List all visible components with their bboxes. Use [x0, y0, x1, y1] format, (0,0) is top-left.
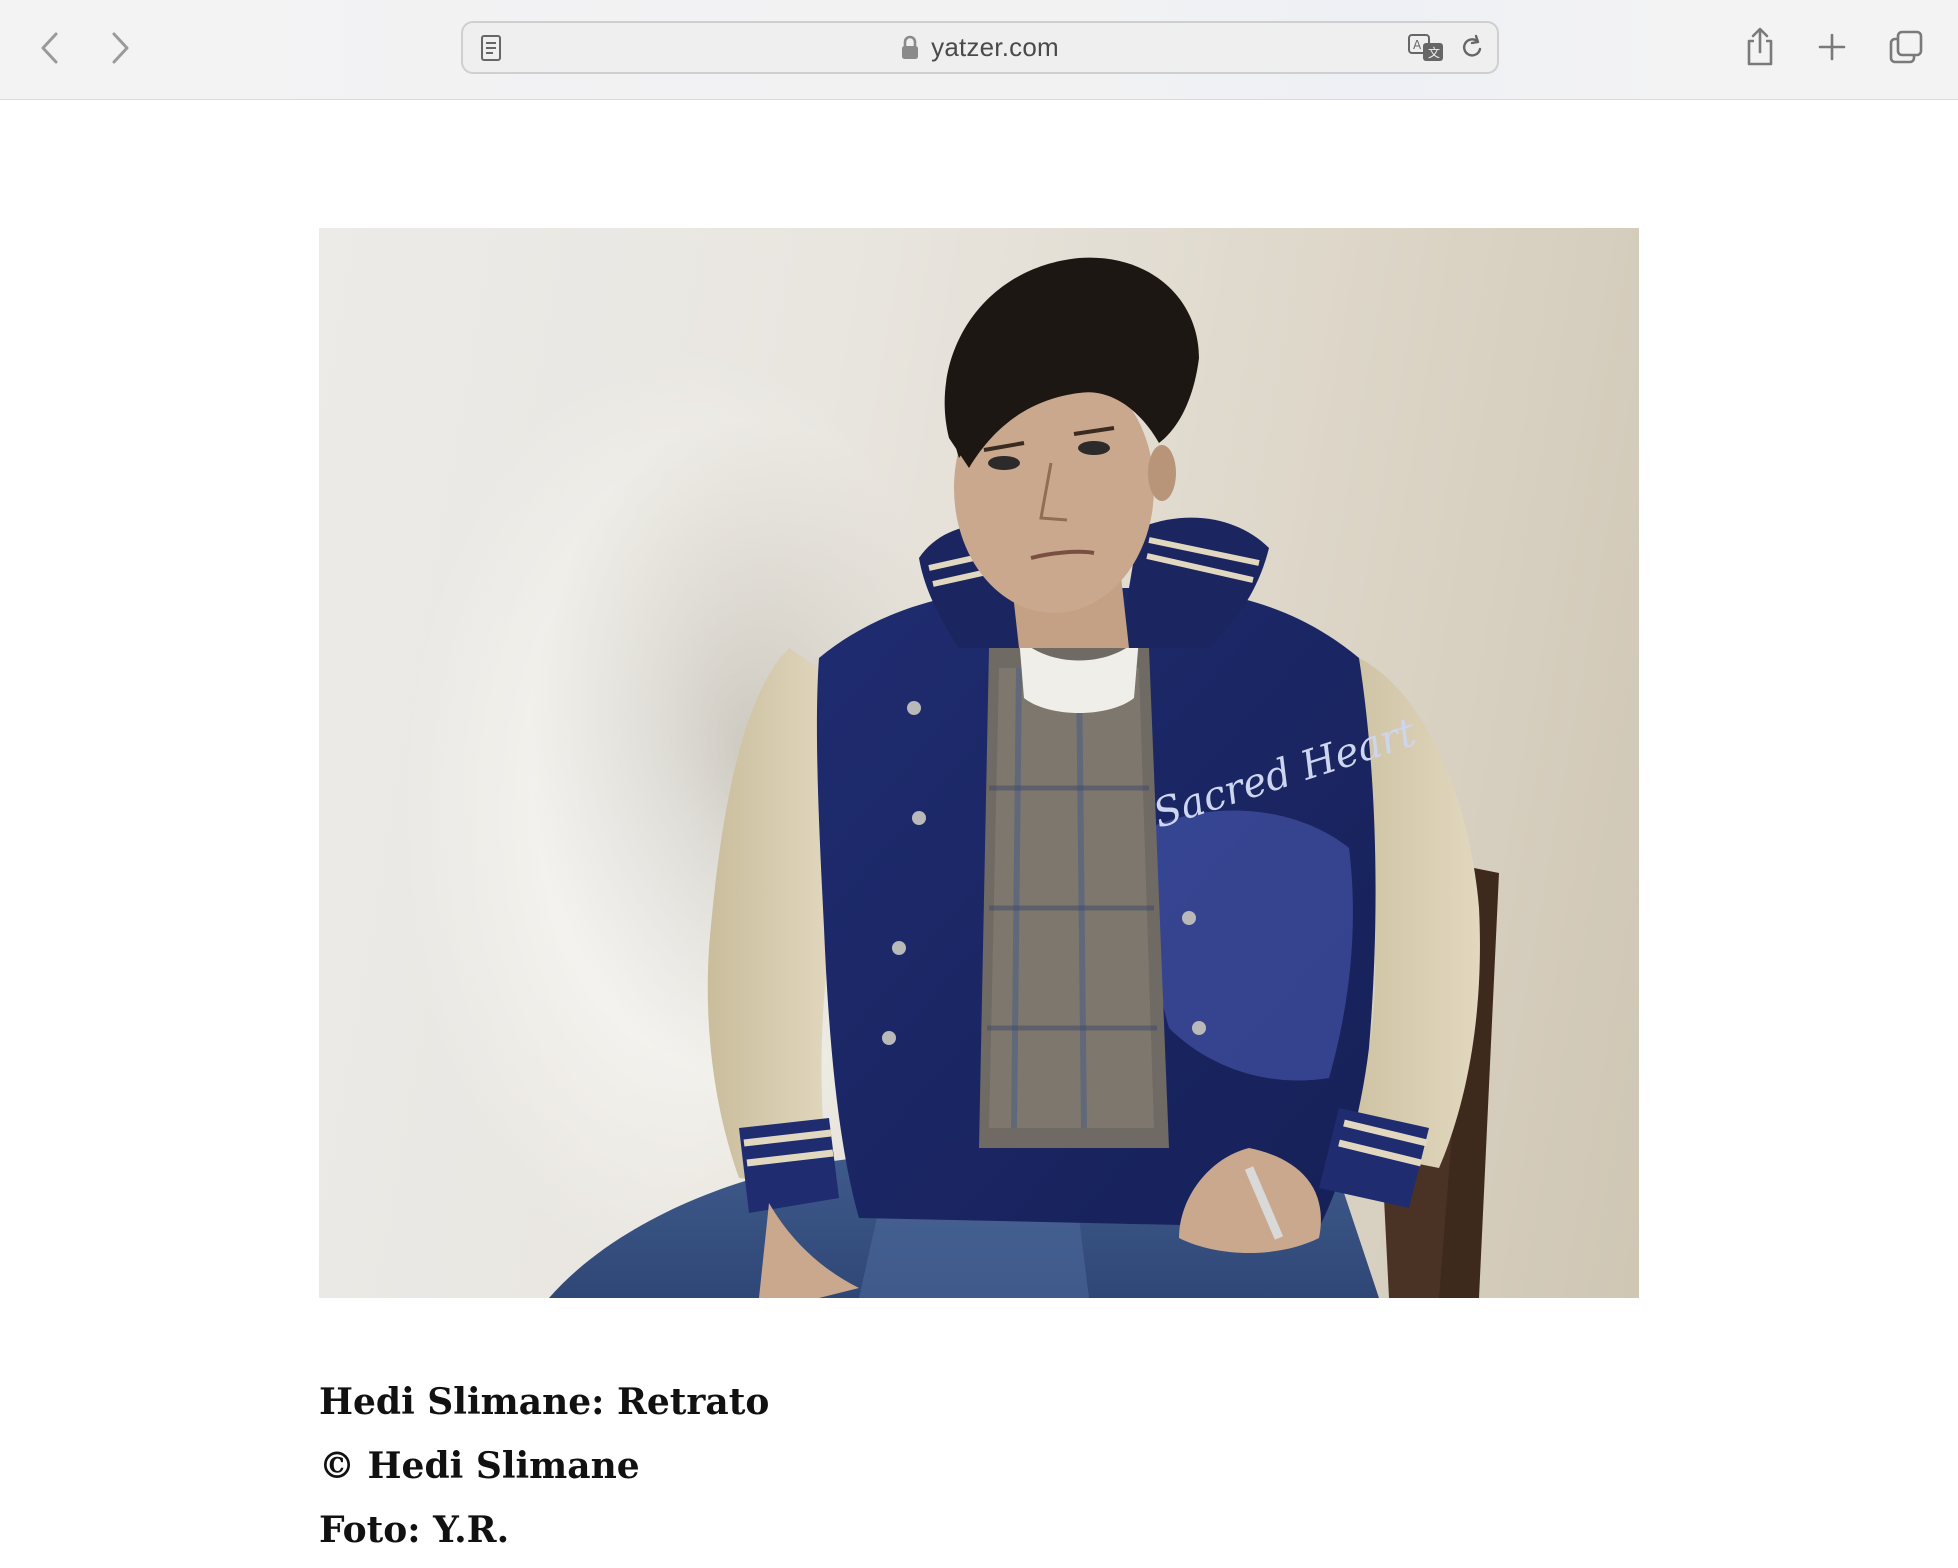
share-icon [1747, 27, 1773, 66]
reload-icon [1462, 34, 1482, 57]
url-text: yatzer.com [931, 32, 1059, 62]
chevron-right-icon [112, 32, 129, 64]
reader-view-icon [481, 35, 501, 61]
portrait-illustration: Sacred Heart [529, 257, 1499, 1298]
back-button[interactable] [30, 26, 70, 70]
lock-icon [901, 35, 919, 61]
chevron-left-icon [41, 32, 58, 64]
browser-toolbar: yatzer.com A 文 [0, 0, 1958, 100]
tab-overview-icon [1889, 30, 1923, 64]
caption-title: Hedi Slimane: Retrato [319, 1381, 770, 1423]
address-bar[interactable]: yatzer.com A 文 [461, 21, 1499, 74]
svg-text:A: A [1413, 38, 1422, 52]
forward-button[interactable] [100, 26, 140, 70]
svg-text:文: 文 [1428, 45, 1440, 60]
portrait-photo: Sacred Heart [319, 228, 1639, 1298]
caption-photo-credit: Foto: Y.R. [319, 1509, 510, 1551]
photo-caption: Hedi Slimane: Retrato © Hedi Slimane Fot… [319, 1370, 769, 1562]
share-button[interactable] [1736, 22, 1784, 72]
reload-button[interactable] [1457, 33, 1487, 63]
caption-copyright: © Hedi Slimane [319, 1445, 640, 1487]
reader-view-button[interactable] [477, 34, 505, 62]
translate-button[interactable]: A 文 [1407, 33, 1447, 63]
tab-overview-button[interactable] [1882, 22, 1930, 72]
translate-icon: A 文 [1408, 34, 1443, 61]
plus-icon [1818, 33, 1846, 61]
new-tab-button[interactable] [1808, 22, 1856, 72]
